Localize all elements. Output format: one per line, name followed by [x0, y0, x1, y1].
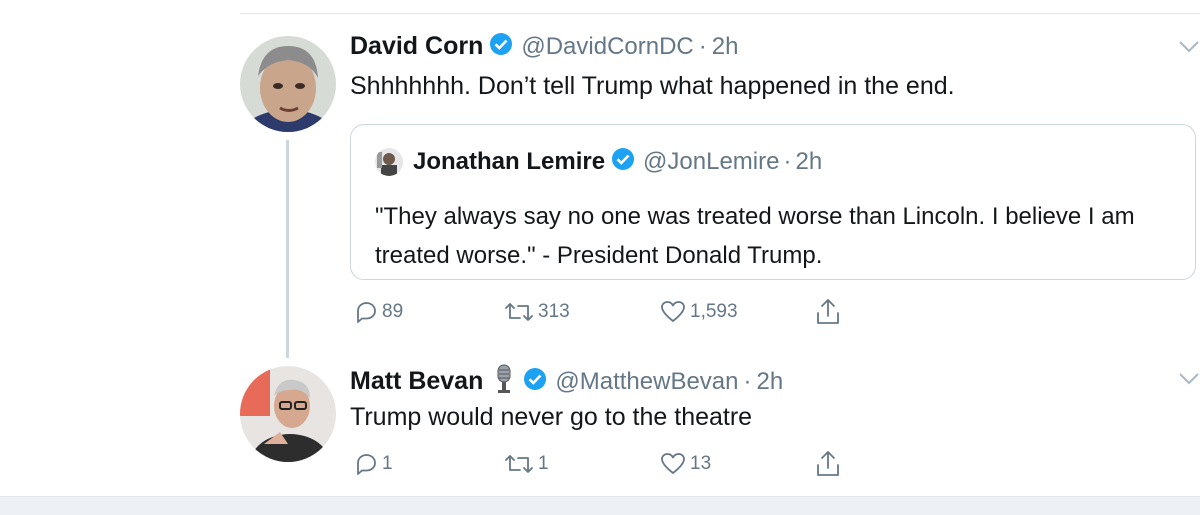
quoted-author-name[interactable]: Jonathan Lemire [413, 148, 605, 176]
timestamp[interactable]: 2h [712, 33, 739, 61]
retweet-icon [505, 303, 533, 321]
microphone-icon [495, 364, 513, 399]
quoted-author-handle[interactable]: @JonLemire [643, 148, 779, 176]
reply-icon [357, 302, 376, 323]
retweet-count: 1 [538, 453, 549, 474]
share-icon[interactable] [815, 298, 841, 331]
author-name[interactable]: David Corn [350, 32, 483, 61]
reply-button[interactable]: 1 [354, 452, 393, 476]
tweet-text: Trump would never go to the theatre [350, 403, 753, 431]
bottom-bar [0, 496, 1200, 515]
author-name[interactable]: Matt Bevan [350, 367, 483, 396]
like-count: 13 [690, 453, 712, 474]
tweet-header: David Corn @DavidCornDC · 2h [350, 32, 738, 61]
verified-badge-icon [523, 367, 547, 396]
retweet-button[interactable]: 1 [504, 452, 549, 476]
reply-count: 89 [382, 301, 404, 322]
quoted-avatar [375, 147, 403, 176]
share-icon[interactable] [815, 450, 841, 483]
retweet-button[interactable]: 313 [504, 300, 570, 324]
quoted-timestamp[interactable]: 2h [795, 148, 822, 176]
like-button[interactable]: 13 [660, 452, 711, 476]
like-button[interactable]: 1,593 [660, 300, 738, 324]
reply-button[interactable]: 89 [354, 300, 403, 324]
separator-dot: · [743, 367, 752, 395]
retweet-icon [505, 455, 533, 473]
retweet-count: 313 [538, 301, 570, 322]
divider [240, 13, 1200, 14]
avatar[interactable] [240, 36, 336, 132]
reply-icon [357, 454, 376, 475]
heart-icon [661, 453, 685, 474]
like-count: 1,593 [690, 301, 738, 322]
verified-badge-icon [489, 32, 513, 61]
thread-connector [286, 140, 289, 358]
tweet-header: Matt Bevan @MatthewBevan · 2h [350, 364, 783, 399]
reply-count: 1 [382, 453, 393, 474]
timestamp[interactable]: 2h [757, 368, 784, 396]
separator-dot: · [783, 147, 792, 175]
chevron-down-icon[interactable] [1178, 372, 1200, 391]
tweet-text: Shhhhhhh. Don’t tell Trump what happened… [350, 72, 955, 100]
separator-dot: · [698, 32, 707, 60]
chevron-down-icon[interactable] [1178, 40, 1200, 59]
quoted-tweet-text: "They always say no one was treated wors… [375, 203, 1135, 269]
quoted-tweet-header: Jonathan Lemire @JonLemire · 2h [375, 147, 822, 176]
verified-badge-icon [611, 147, 635, 176]
author-handle[interactable]: @MatthewBevan [555, 368, 738, 396]
quoted-tweet[interactable]: Jonathan Lemire @JonLemire · 2h "They al… [350, 124, 1196, 280]
heart-icon [661, 301, 685, 322]
author-handle[interactable]: @DavidCornDC [521, 33, 693, 61]
avatar[interactable] [240, 366, 336, 462]
